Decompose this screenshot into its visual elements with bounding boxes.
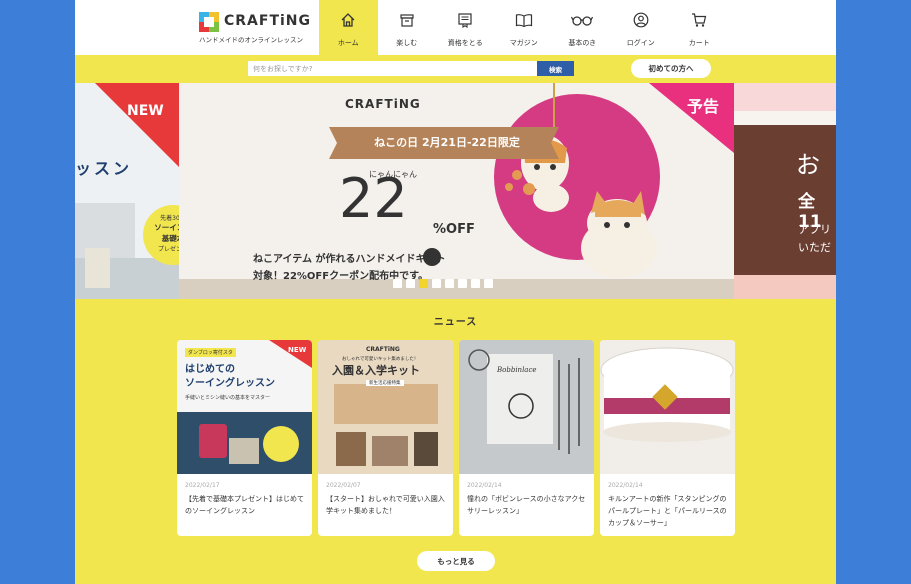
bobbinlace-card-art: [459, 340, 594, 474]
nav-certificate[interactable]: 資格をとる: [436, 0, 495, 55]
slide-cat-day[interactable]: CRAFTiNG ねこの日 2月21日-22日限定 予告 にゃんにゃん 22 %…: [179, 83, 734, 299]
slide-main-line1: ねこアイテム が作れるハンドメイドキット: [253, 254, 446, 265]
card-title: Bobbinlace: [497, 366, 537, 374]
slide-main-percent: 22: [339, 167, 408, 230]
news-text: 憧れの「ボビンレースの小さなアクセサリーレッスン」: [467, 495, 586, 515]
more-button[interactable]: もっと見る: [417, 551, 495, 571]
crafting-logo[interactable]: CRAFTiNG ハンドメイドのオンラインレッスン: [199, 12, 312, 44]
slide-main-off: %OFF: [433, 222, 475, 237]
card-badge: NEW: [288, 346, 307, 354]
kiln-art-card-art: [600, 340, 735, 474]
nav-label: マガジン: [509, 39, 538, 47]
news-card[interactable]: ダンブロッ寄付スタ NEW はじめての ソーイングレッスン 手縫いとミシン縫いの…: [177, 340, 312, 536]
nav-cart[interactable]: カート: [670, 0, 729, 55]
slide-sewing-lesson[interactable]: NEW ッスン 先着30名 ソーイング 基礎本 プレゼント: [75, 83, 203, 299]
book-icon: [515, 14, 532, 28]
carousel-dot[interactable]: [471, 279, 480, 288]
page: CRAFTiNG ハンドメイドのオンラインレッスン ホーム 楽しむ 資格をとる …: [75, 0, 836, 584]
nav-label: ホーム: [337, 39, 359, 47]
card-title: 入園＆入学キット: [332, 364, 420, 377]
slide-right-line3: いただ: [798, 241, 831, 254]
logo-tagline: ハンドメイドのオンラインレッスン: [199, 36, 303, 44]
nav-basics[interactable]: 基本のき: [553, 0, 612, 55]
user-icon: [633, 12, 649, 28]
slide-main-badge: 予告: [687, 97, 720, 116]
carousel-dot[interactable]: [432, 279, 441, 288]
carousel-dot[interactable]: [419, 279, 428, 288]
carousel-dots: [393, 279, 493, 288]
slide-main-ribbon: ねこの日 2月21日-22日限定: [374, 136, 520, 149]
home-icon: [341, 13, 355, 27]
first-time-button[interactable]: 初めての方へ: [631, 59, 711, 78]
slide-main-logo: CRAFTiNG: [345, 97, 421, 111]
news-heading: ニュース: [433, 317, 478, 328]
news-date: 2022/02/14: [608, 482, 643, 489]
search-bar: 検索 初めての方へ: [75, 55, 836, 83]
news-card-image: CRAFTiNG おしゃれで可愛いキット集めました！ 入園＆入学キット 新生活応…: [318, 340, 453, 474]
box-icon: [400, 14, 414, 27]
slide-left-badge: NEW: [127, 103, 164, 119]
slide-app[interactable]: お 全11 アプリ いただ: [734, 83, 836, 299]
hero-carousel: NEW ッスン 先着30名 ソーイング 基礎本 プレゼント CRAFTiNG ね…: [75, 83, 836, 299]
card-tag: ダンブロッ寄付スタ: [185, 348, 236, 357]
news-card[interactable]: Bobbinlace 2022/02/14 憧れの「ボビンレースの小さなアクセサ…: [459, 340, 594, 536]
news-card[interactable]: CRAFTiNG おしゃれで可愛いキット集めました！ 入園＆入学キット 新生活応…: [318, 340, 453, 536]
card-subtitle: 新生活応援特集: [366, 380, 404, 386]
search-input[interactable]: [248, 61, 537, 76]
news-card-image: ダンブロッ寄付スタ NEW はじめての ソーイングレッスン 手縫いとミシン縫いの…: [177, 340, 312, 474]
carousel-dot[interactable]: [458, 279, 467, 288]
carousel-dot[interactable]: [484, 279, 493, 288]
news-card-image: Bobbinlace: [459, 340, 594, 474]
nav-label: ログイン: [626, 39, 655, 47]
news-text: 【スタート】おしゃれで可愛い入園入学キット集めました！: [326, 495, 445, 515]
nav-label: 基本のき: [568, 39, 597, 47]
news-date: 2022/02/07: [326, 482, 361, 489]
main-nav: ホーム 楽しむ 資格をとる マガジン 基本のき ログイン カート: [319, 0, 729, 55]
nav-label: カート: [688, 39, 710, 47]
site-header: CRAFTiNG ハンドメイドのオンラインレッスン ホーム 楽しむ 資格をとる …: [75, 0, 836, 55]
logo-mark-icon: [199, 12, 219, 32]
nav-label: 楽しむ: [396, 39, 418, 47]
card-title: ソーイングレッスン: [185, 378, 275, 389]
news-text: 【先着で基礎本プレゼント】はじめてのソーイングレッスン: [185, 495, 304, 515]
nav-enjoy[interactable]: 楽しむ: [378, 0, 437, 55]
slide-right-title: お: [796, 151, 820, 179]
logo-text: CRAFTiNG: [224, 13, 312, 29]
news-text: キルンアートの新作「スタンピングのパールプレート」と「パールリースのカップ＆ソー…: [608, 495, 727, 527]
certificate-icon: [458, 13, 472, 28]
card-title: はじめての: [185, 364, 235, 375]
card-subtitle: 手縫いとミシン縫いの基本をマスター: [185, 395, 271, 401]
news-date: 2022/02/17: [185, 482, 220, 489]
slide-left-title: ッスン: [75, 159, 133, 178]
nav-label: 資格をとる: [447, 39, 483, 47]
slide-right-line2: アプリ: [798, 223, 831, 236]
carousel-dot[interactable]: [445, 279, 454, 288]
carousel-dot[interactable]: [406, 279, 415, 288]
nav-login[interactable]: ログイン: [612, 0, 671, 55]
news-cards: ダンブロッ寄付スタ NEW はじめての ソーイングレッスン 手縫いとミシン縫いの…: [177, 340, 735, 536]
nav-magazine[interactable]: マガジン: [495, 0, 554, 55]
news-date: 2022/02/14: [467, 482, 502, 489]
carousel-dot[interactable]: [393, 279, 402, 288]
search-button[interactable]: 検索: [537, 61, 574, 76]
glasses-icon: [571, 16, 594, 26]
news-card-image: [600, 340, 735, 474]
cart-icon: [692, 13, 707, 27]
nav-home[interactable]: ホーム: [319, 0, 378, 55]
card-logo: CRAFTiNG: [366, 346, 400, 353]
news-card[interactable]: 2022/02/14 キルンアートの新作「スタンピングのパールプレート」と「パー…: [600, 340, 735, 536]
